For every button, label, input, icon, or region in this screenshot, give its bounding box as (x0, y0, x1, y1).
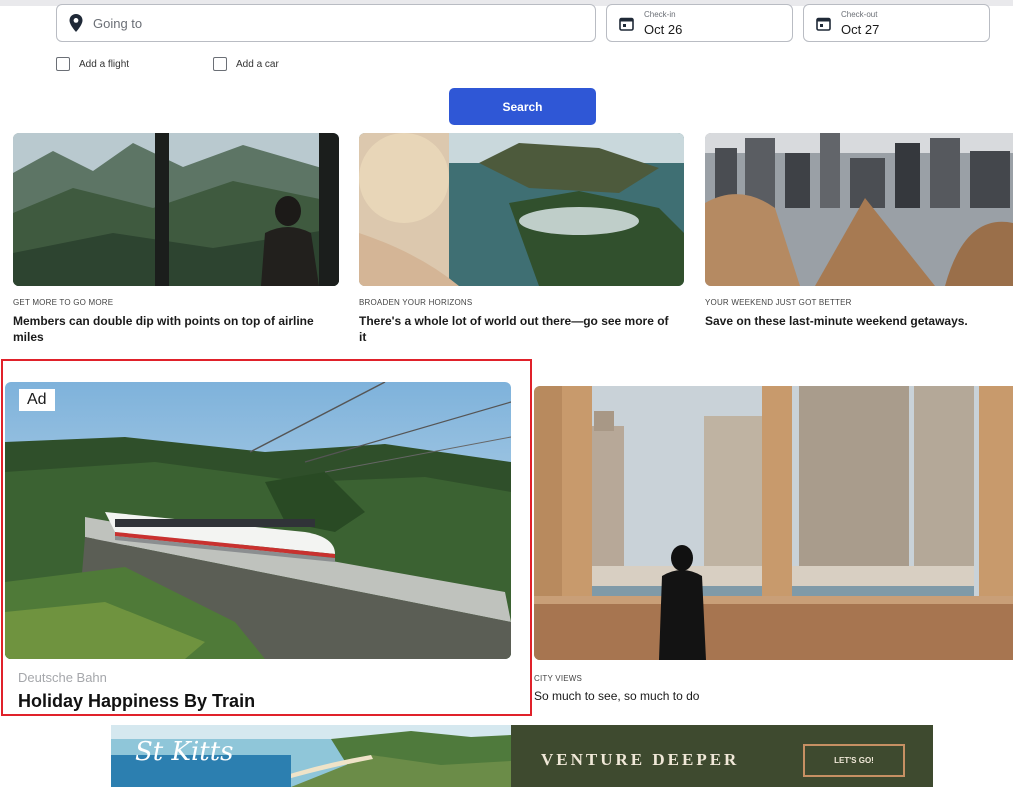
card-headline[interactable]: So much to see, so much to do (534, 688, 834, 704)
checkout-field[interactable]: Check-out Oct 27 (803, 4, 990, 42)
card-eyebrow: CITY VIEWS (534, 674, 583, 683)
card-eyebrow: YOUR WEEKEND JUST GOT BETTER (705, 298, 852, 307)
add-car-label: Add a car (236, 58, 279, 70)
add-flight-label: Add a flight (79, 58, 130, 70)
checkout-value: Oct 27 (841, 21, 880, 37)
card-eyebrow: BROADEN YOUR HORIZONS (359, 298, 473, 307)
city-view-image (534, 386, 1013, 660)
coastline-image (359, 133, 684, 286)
ad-advertiser: Deutsche Bahn (18, 670, 107, 685)
ad-badge: Ad (19, 389, 55, 411)
banner-brand: St Kitts (135, 737, 234, 767)
city-skyline-image (705, 133, 1013, 286)
calendar-icon (816, 17, 831, 31)
destination-input[interactable]: Going to (56, 4, 596, 42)
banner-tagline: VENTURE DEEPER (541, 750, 740, 769)
calendar-icon (619, 17, 634, 31)
checkin-value: Oct 26 (644, 21, 683, 37)
checkbox-box[interactable] (213, 57, 227, 71)
card-headline[interactable]: Members can double dip with points on to… (13, 313, 333, 345)
checkin-field[interactable]: Check-in Oct 26 (606, 4, 793, 42)
ad-title[interactable]: Holiday Happiness By Train (18, 691, 255, 712)
add-flight-checkbox[interactable]: Add a flight (56, 57, 129, 71)
card-image-horizons[interactable] (359, 133, 684, 286)
checkbox-box[interactable] (56, 57, 70, 71)
checkout-label: Check-out (841, 9, 878, 19)
card-image-members[interactable] (13, 133, 339, 286)
destination-placeholder: Going to (93, 15, 143, 31)
add-car-checkbox[interactable]: Add a car (213, 57, 279, 71)
mountain-window-image (13, 133, 339, 286)
card-headline[interactable]: There's a whole lot of world out there—g… (359, 313, 679, 345)
search-button[interactable]: Search (449, 88, 596, 125)
card-image-weekend[interactable] (705, 133, 1013, 286)
card-eyebrow: GET MORE TO GO MORE (13, 298, 114, 307)
banner-ad[interactable]: St Kitts VENTURE DEEPER LET'S GO! (111, 725, 933, 787)
train-image (5, 382, 511, 659)
map-pin-icon (69, 14, 83, 32)
banner-cta-button[interactable]: LET'S GO! (803, 744, 905, 777)
card-headline[interactable]: Save on these last-minute weekend getawa… (705, 313, 1005, 329)
card-image-city-views[interactable] (534, 386, 1013, 660)
checkin-label: Check-in (644, 9, 676, 19)
ad-image-train[interactable] (5, 382, 511, 659)
